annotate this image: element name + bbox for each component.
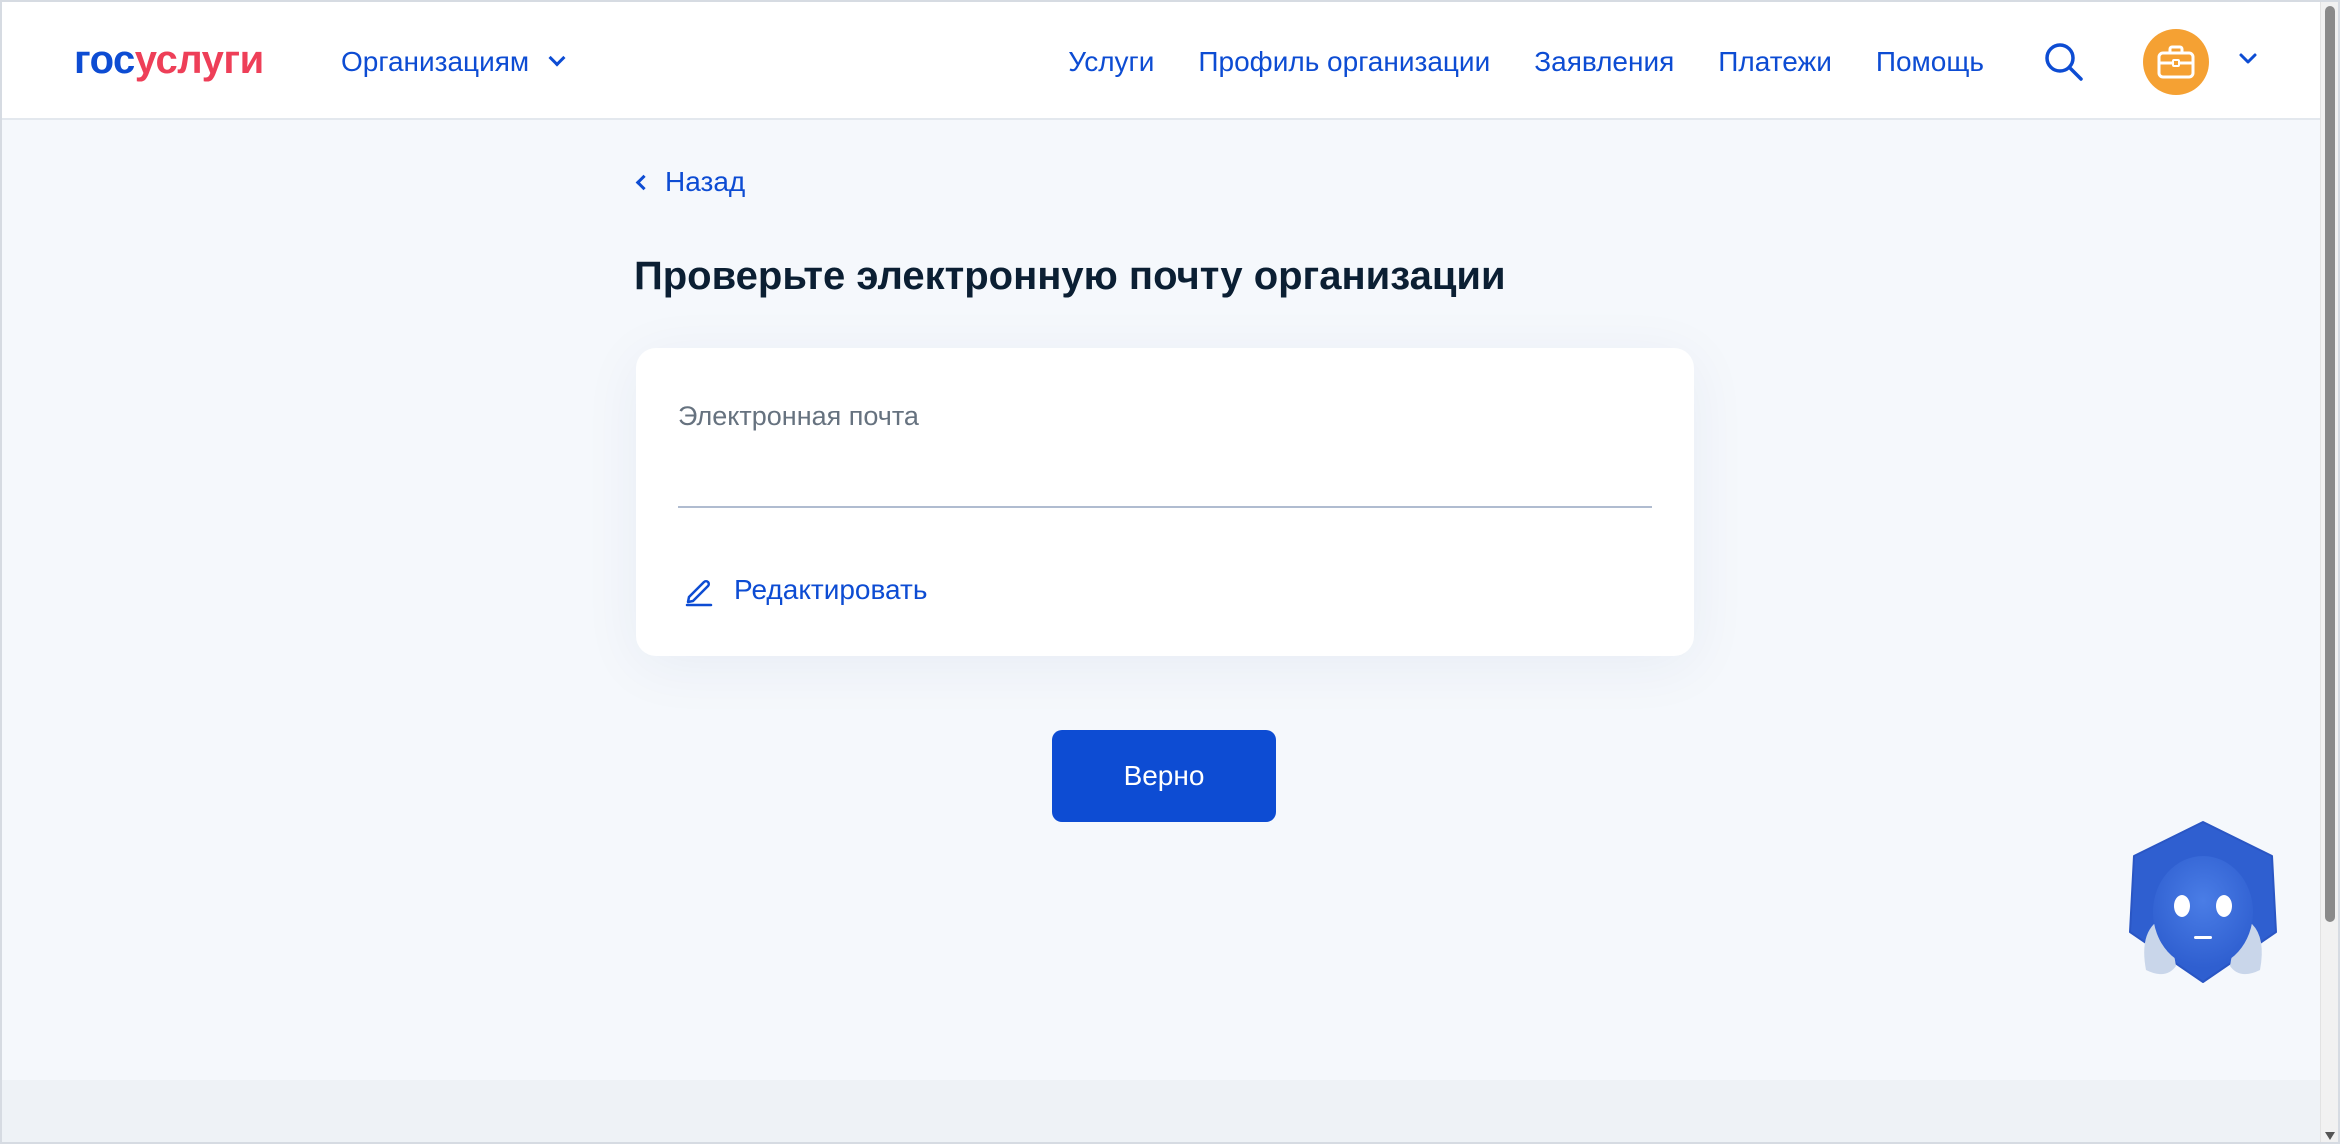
confirm-button[interactable]: Верно bbox=[1052, 730, 1276, 822]
back-link[interactable]: Назад bbox=[634, 162, 745, 202]
edit-button[interactable]: Редактировать bbox=[682, 570, 927, 610]
footer-band bbox=[2, 1080, 2324, 1142]
email-field-label: Электронная почта bbox=[678, 401, 919, 431]
scroll-down-arrow-icon[interactable] bbox=[2325, 1132, 2335, 1140]
audience-dropdown[interactable]: Организациям bbox=[341, 40, 566, 84]
vertical-scrollbar[interactable] bbox=[2320, 2, 2338, 1142]
briefcase-icon bbox=[2157, 45, 2195, 79]
audience-dropdown-label: Организациям bbox=[341, 46, 530, 77]
nav-link-payments[interactable]: Платежи bbox=[1718, 40, 1832, 84]
back-link-label: Назад bbox=[665, 166, 746, 197]
page-title: Проверьте электронную почту организации bbox=[634, 254, 1506, 298]
nav-link-services[interactable]: Услуги bbox=[1068, 40, 1154, 84]
browser-window: госуслуги Организациям Услуги Профиль ор… bbox=[0, 0, 2340, 1144]
email-card: Электронная почта Редактировать bbox=[636, 348, 1694, 656]
gosuslugi-logo[interactable]: госуслуги bbox=[74, 34, 264, 86]
search-icon[interactable] bbox=[2042, 40, 2086, 84]
nav-link-org-profile[interactable]: Профиль организации bbox=[1198, 40, 1490, 84]
email-field[interactable] bbox=[678, 448, 1652, 508]
logo-text-gos: гос bbox=[74, 38, 135, 82]
robot-assistant-icon[interactable] bbox=[2126, 820, 2280, 984]
pencil-icon bbox=[685, 580, 713, 607]
chevron-down-icon bbox=[548, 49, 566, 67]
nav-link-applications[interactable]: Заявления bbox=[1534, 40, 1674, 84]
nav-link-help[interactable]: Помощь bbox=[1876, 40, 1984, 84]
edit-button-label: Редактировать bbox=[734, 574, 928, 605]
logo-text-uslugi: услуги bbox=[134, 38, 264, 82]
chevron-left-icon bbox=[635, 174, 652, 190]
main-nav: Услуги Профиль организации Заявления Пла… bbox=[1068, 40, 1984, 84]
profile-menu-chevron-icon[interactable] bbox=[2236, 46, 2260, 70]
scrollbar-thumb[interactable] bbox=[2325, 6, 2335, 922]
organization-avatar[interactable] bbox=[2143, 29, 2209, 95]
site-header: госуслуги Организациям Услуги Профиль ор… bbox=[2, 2, 2324, 120]
